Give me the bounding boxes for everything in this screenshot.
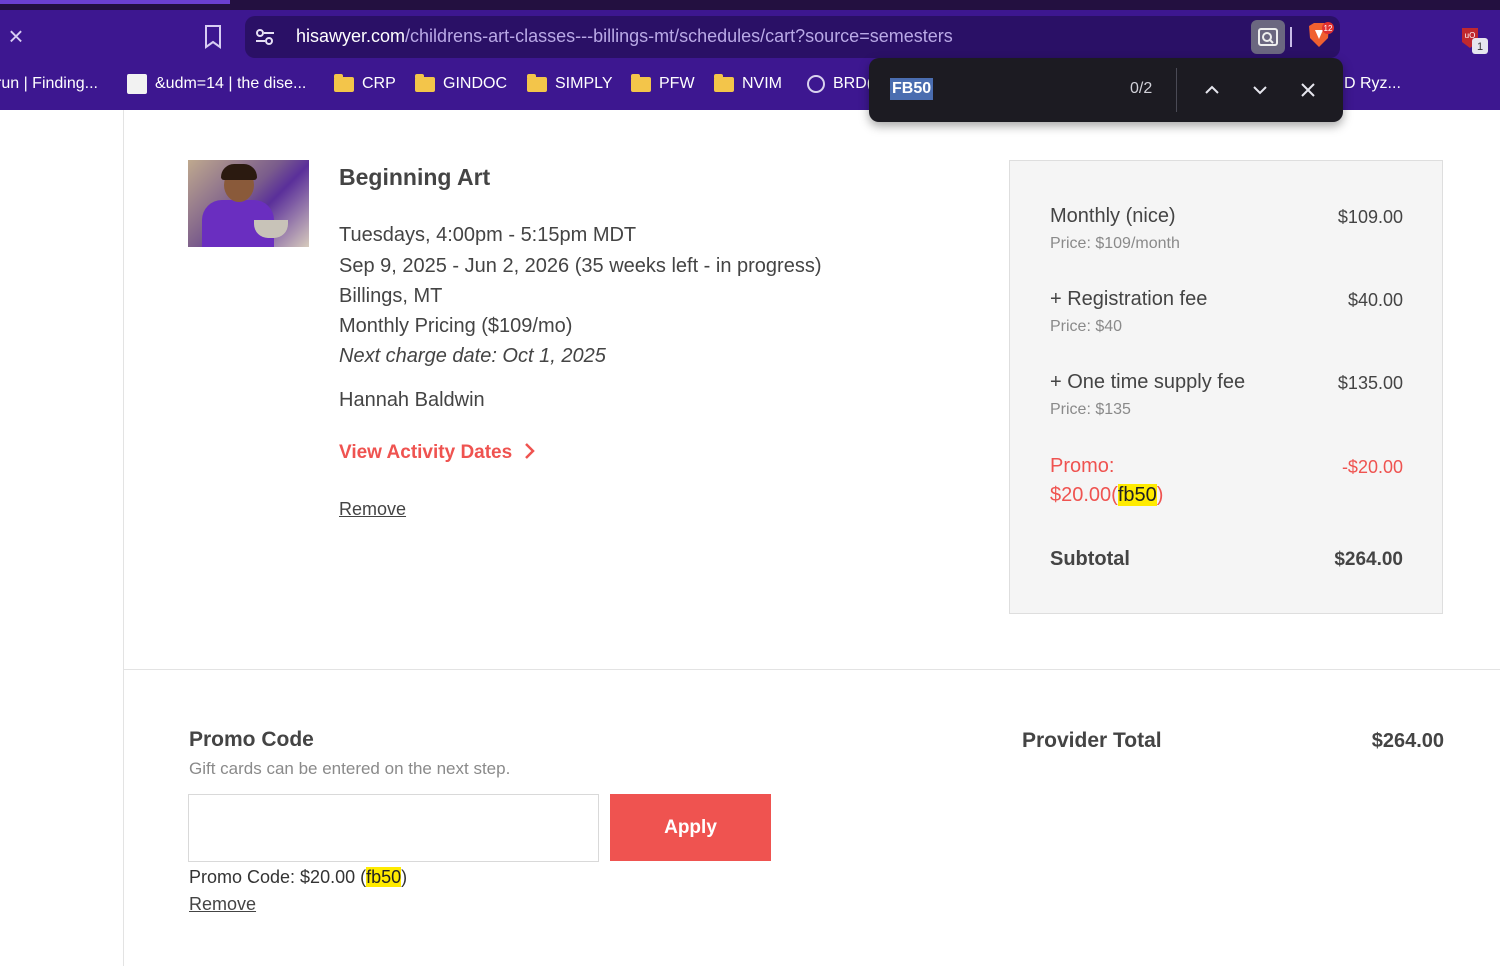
url-host: hisawyer.com: [296, 26, 406, 46]
remove-course-link[interactable]: Remove: [339, 499, 406, 520]
bookmark-folder[interactable]: CRP: [334, 73, 396, 95]
course-photo: [188, 160, 309, 247]
view-activity-dates-label: View Activity Dates: [339, 442, 513, 463]
student-name: Hannah Baldwin: [339, 389, 485, 411]
summary-line-price: Price: $135: [1050, 401, 1131, 418]
folder-icon: [334, 73, 354, 92]
folder-icon: [631, 73, 651, 92]
extension-icon[interactable]: uO 1: [1458, 24, 1492, 58]
view-activity-dates-link[interactable]: View Activity Dates: [339, 440, 536, 466]
close-icon[interactable]: ×: [4, 23, 28, 49]
bookmark-label: run | Finding...: [0, 75, 98, 92]
course-title: Beginning Art: [339, 164, 491, 190]
promo-code-input[interactable]: [188, 794, 599, 862]
applied-promo-code: fb50: [366, 867, 402, 887]
bookmark-item[interactable]: &udm=14 | the dise...: [127, 73, 306, 95]
bookmark-folder[interactable]: PFW: [631, 73, 695, 95]
find-divider: [1176, 68, 1177, 112]
bookmark-label: SIMPLY: [555, 75, 613, 92]
applied-promo: Promo Code: $20.00 (fb50): [189, 867, 407, 888]
find-close-button[interactable]: [1296, 78, 1320, 102]
tab-strip: [0, 0, 1500, 10]
subtotal-amount: $264.00: [1334, 549, 1403, 570]
chevron-up-icon: [1205, 85, 1219, 94]
extension-badge-count: 1: [1477, 41, 1483, 53]
apply-button[interactable]: Apply: [610, 794, 771, 861]
folder-icon: [415, 73, 435, 92]
promo-code-hint: Gift cards can be entered on the next st…: [189, 759, 511, 778]
summary-line-label: Monthly (nice): [1050, 205, 1176, 227]
bookmark-folder[interactable]: SIMPLY: [527, 73, 613, 95]
applied-promo-suffix: ): [401, 867, 408, 887]
promo-value-suffix: ): [1156, 484, 1164, 506]
globe-icon: [807, 75, 825, 93]
bookmark-label: NVIM: [742, 75, 782, 92]
address-bar-divider: [1290, 27, 1292, 47]
brave-shields-icon[interactable]: 12: [1304, 20, 1334, 50]
promo-label: Promo:: [1050, 455, 1115, 477]
course-pricing: Monthly Pricing ($109/mo): [339, 315, 573, 337]
summary-line-amount: $40.00: [1347, 290, 1403, 310]
active-tab-indicator: [0, 0, 230, 4]
find-input[interactable]: FB50: [890, 78, 934, 100]
bookmark-icon[interactable]: [202, 24, 224, 50]
content-left-border: [123, 110, 124, 966]
site-settings-icon[interactable]: [254, 27, 276, 47]
provider-total-amount: $264.00: [1371, 730, 1444, 752]
bookmark-label: D Ryz...: [1344, 75, 1401, 92]
brave-badge-count: 12: [1324, 24, 1333, 33]
bookmark-label: CRP: [362, 75, 396, 92]
bookmark-item[interactable]: D Ryz...: [1344, 73, 1401, 95]
promo-value-prefix: $20.00(: [1050, 484, 1118, 506]
find-in-page-icon[interactable]: [1251, 20, 1285, 54]
course-dates: Sep 9, 2025 - Jun 2, 2026 (35 weeks left…: [339, 255, 822, 277]
summary-line-amount: $109.00: [1337, 207, 1403, 227]
section-divider: [123, 669, 1500, 670]
course-location: Billings, MT: [339, 285, 443, 307]
summary-line-amount: $135.00: [1337, 373, 1403, 393]
summary-line-label: + Registration fee: [1050, 288, 1208, 310]
bookmark-item[interactable]: run | Finding...: [0, 73, 98, 95]
summary-line-label: + One time supply fee: [1050, 371, 1246, 393]
favicon-icon: [127, 74, 147, 94]
summary-line-price: Price: $40: [1050, 318, 1123, 335]
promo-value: $20.00(fb50): [1050, 484, 1163, 507]
find-previous-button[interactable]: [1200, 78, 1224, 102]
bookmark-label: &udm=14 | the dise...: [155, 75, 307, 92]
url-text[interactable]: hisawyer.com/childrens-art-classes---bil…: [296, 26, 953, 47]
url-path: /childrens-art-classes---billings-mt/sch…: [405, 26, 953, 46]
promo-code-highlight: fb50: [1117, 484, 1157, 506]
find-match-count: 0/2: [1130, 80, 1153, 97]
close-icon: [1301, 83, 1315, 97]
promo-code-title: Promo Code: [189, 728, 314, 751]
chevron-down-icon: [1253, 86, 1267, 95]
bookmark-label: PFW: [659, 75, 695, 92]
chevron-right-icon: [524, 440, 536, 466]
folder-icon: [527, 73, 547, 92]
course-schedule: Tuesdays, 4:00pm - 5:15pm MDT: [339, 224, 637, 246]
next-charge-date: Next charge date: Oct 1, 2025: [339, 345, 606, 367]
remove-promo-link[interactable]: Remove: [189, 894, 256, 915]
bookmark-label: BRD(: [833, 75, 873, 92]
bookmark-item[interactable]: BRD(: [807, 73, 872, 95]
folder-icon: [714, 73, 734, 92]
bookmark-folder[interactable]: NVIM: [714, 73, 782, 95]
find-next-button[interactable]: [1248, 78, 1272, 102]
applied-promo-prefix: Promo Code: $20.00 (: [189, 867, 367, 887]
promo-amount: -$20.00: [1341, 457, 1403, 477]
provider-total-label: Provider Total: [1022, 729, 1162, 752]
bookmark-folder[interactable]: GINDOC: [415, 73, 507, 95]
subtotal-label: Subtotal: [1050, 548, 1130, 570]
summary-line-price: Price: $109/month: [1050, 235, 1180, 252]
bookmark-label: GINDOC: [443, 75, 507, 92]
